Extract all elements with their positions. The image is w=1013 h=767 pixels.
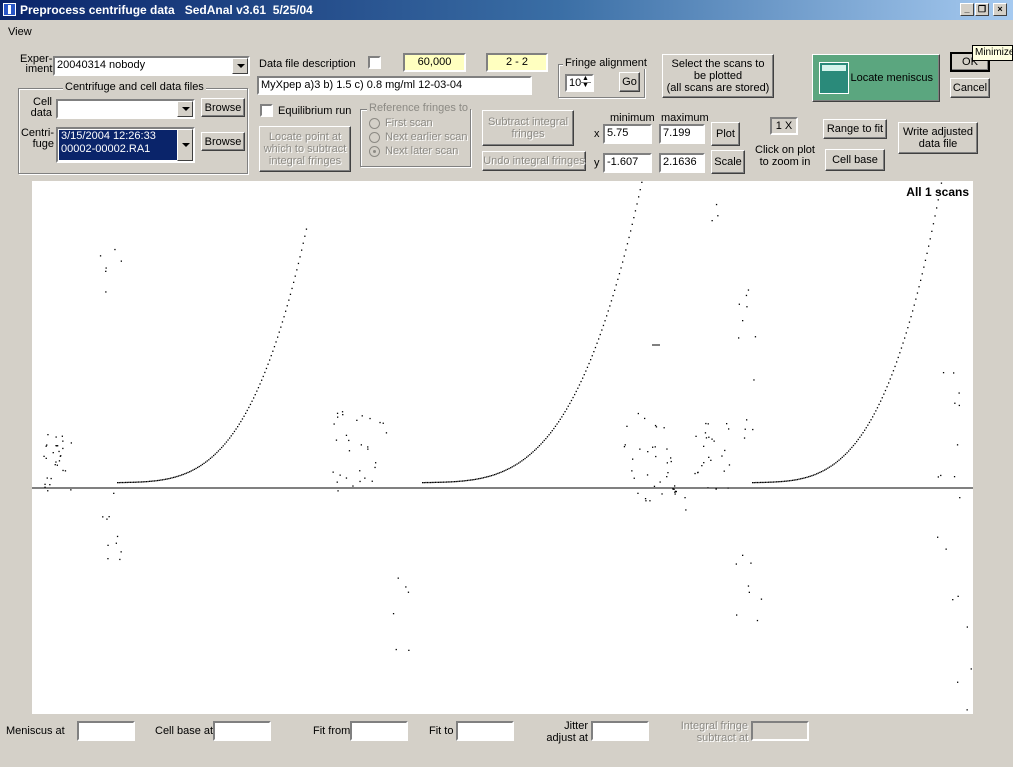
locate-meniscus-button[interactable]: Locate meniscus (812, 54, 940, 102)
subtract-integral-button[interactable]: Subtract integral fringes (482, 110, 574, 146)
spin-arrows-icon[interactable]: ▲ ▼ (580, 75, 591, 90)
minimize-tooltip: Minimize (972, 45, 1013, 61)
chevron-down-icon[interactable] (177, 129, 193, 161)
zoom-hint: Click on plot to zoom in (755, 144, 815, 168)
radio-next-later-scan[interactable] (369, 146, 380, 157)
x-max-input[interactable]: 7.199 (659, 124, 705, 144)
cellbase-input[interactable] (213, 721, 271, 741)
scan-plot[interactable]: All 1 scans (32, 156, 973, 714)
close-button[interactable]: × (993, 3, 1007, 16)
integral-fringe-input (751, 721, 809, 741)
browse-centrifuge-button[interactable]: Browse (201, 132, 245, 151)
experiment-label: Exper- iment (20, 53, 53, 75)
centrifuge-label: Centri-fuge (20, 127, 54, 150)
write-adjusted-button[interactable]: Write adjusted data file (898, 122, 978, 154)
window-title: Preprocess centrifuge data SedAnal v3.61… (20, 3, 313, 17)
scan-plot-svg[interactable] (32, 156, 973, 714)
title-bar[interactable]: Preprocess centrifuge data SedAnal v3.61… (0, 0, 1013, 20)
cellbase-label: Cell base at (155, 725, 214, 737)
centrifuge-file: 00002-00002.RA1 (61, 143, 151, 155)
maximum-header: maximum (661, 112, 709, 124)
restore-button[interactable]: ❐ (975, 3, 989, 16)
fitfrom-label: Fit from (313, 725, 351, 737)
cell-base-button[interactable]: Cell base (825, 149, 885, 171)
select-scans-button[interactable]: Select the scans to be plotted (all scan… (662, 54, 774, 98)
jitter-input[interactable] (591, 721, 649, 741)
fitto-label: Fit to (429, 725, 454, 737)
centrifuge-combo[interactable]: 3/15/2004 12:26:33 00002-00002.RA1 (56, 127, 195, 163)
y-min-input[interactable]: -1.607 (603, 153, 652, 173)
x-label: x (594, 128, 600, 140)
radio-next-later-label: Next later scan (385, 145, 459, 157)
meniscus-input[interactable] (77, 721, 135, 741)
go-button[interactable]: Go (619, 72, 640, 92)
reference-fringes-title: Reference fringes to (367, 102, 471, 114)
range-to-fit-button[interactable]: Range to fit (823, 119, 887, 139)
files-group-title: Centrifuge and cell data files (63, 81, 206, 93)
experiment-value: 20040314 nobody (57, 59, 146, 71)
undo-integral-button[interactable]: Undo integral fringes (482, 151, 586, 171)
browse-cell-button[interactable]: Browse (201, 98, 245, 117)
minimum-header: minimum (610, 112, 655, 124)
meniscus-label: Meniscus at (6, 725, 65, 737)
integral-fringe-label: Integral fringe subtract at (680, 720, 748, 744)
menu-bar: View (8, 26, 32, 38)
chevron-down-icon[interactable] (232, 58, 248, 74)
cell-data-combo[interactable] (56, 99, 195, 119)
jitter-label: Jitter adjust at (546, 720, 588, 744)
x-min-input[interactable]: 5.75 (603, 124, 652, 144)
plot-caption: All 1 scans (906, 185, 969, 199)
y-max-input[interactable]: 2.1636 (659, 153, 705, 173)
radio-next-earlier-label: Next earlier scan (385, 131, 468, 143)
fringe-alignment-title: Fringe alignment (563, 57, 649, 69)
radio-first-scan[interactable] (369, 118, 380, 129)
description-checkbox[interactable] (368, 56, 381, 69)
equilibrium-label: Equilibrium run (278, 105, 352, 117)
radio-first-scan-label: First scan (385, 117, 433, 129)
fitfrom-input[interactable] (350, 721, 408, 741)
y-label: y (594, 157, 600, 169)
radio-next-earlier-scan[interactable] (369, 132, 380, 143)
centrifuge-date: 3/15/2004 12:26:33 (61, 130, 156, 142)
plot-button[interactable]: Plot (711, 122, 740, 146)
fitto-input[interactable] (456, 721, 514, 741)
cell-data-label: Cell data (30, 96, 52, 119)
chevron-down-icon[interactable] (177, 101, 193, 117)
locate-point-button[interactable]: Locate point at which to subtract integr… (259, 126, 351, 172)
equilibrium-checkbox[interactable] (260, 104, 273, 117)
cuvette-icon (819, 62, 849, 94)
experiment-combo[interactable]: 20040314 nobody (53, 56, 250, 76)
description-input[interactable]: MyXpep a)3 b) 1.5 c) 0.8 mg/ml 12-03-04 (257, 76, 532, 95)
scan-trace (43, 156, 972, 711)
scale-button[interactable]: Scale (711, 150, 745, 174)
rpm-field: 60,000 (403, 53, 466, 72)
zoom-level: 1 X (770, 117, 798, 135)
minimize-button[interactable]: _ (960, 3, 974, 16)
description-label: Data file description (259, 58, 356, 70)
app-icon (3, 3, 16, 16)
cancel-button[interactable]: Cancel (950, 78, 990, 98)
menu-item-view[interactable]: View (8, 26, 32, 38)
cell-channel-field: 2 - 2 (486, 53, 548, 72)
